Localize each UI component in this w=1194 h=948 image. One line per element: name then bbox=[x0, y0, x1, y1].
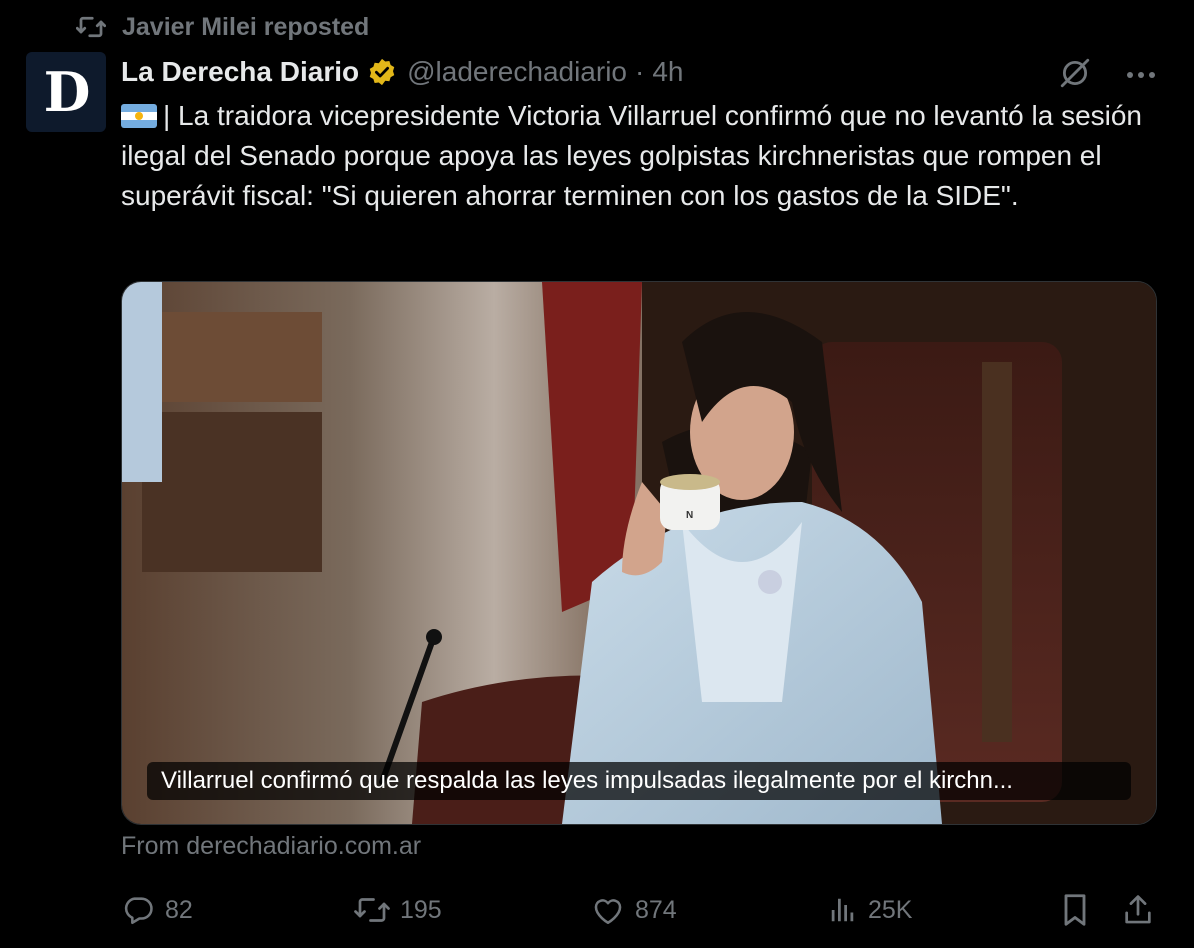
analytics-icon bbox=[828, 895, 858, 925]
cup-letter: N bbox=[686, 510, 693, 521]
repost-count: 195 bbox=[400, 895, 442, 924]
tweet-body: | La traidora vicepresidente Victoria Vi… bbox=[121, 100, 1143, 211]
grok-icon[interactable] bbox=[1058, 56, 1092, 95]
separator-dot: · bbox=[635, 56, 645, 87]
heart-icon bbox=[591, 894, 625, 926]
like-button[interactable]: 874 bbox=[591, 888, 677, 932]
media-caption[interactable]: Villarruel confirmó que respalda las ley… bbox=[147, 762, 1131, 800]
avatar-logo-letter: D bbox=[43, 60, 91, 124]
media-photo: N bbox=[122, 282, 1156, 824]
media-card[interactable]: N Villarruel confirmó que respalda las l… bbox=[121, 281, 1157, 825]
post-time[interactable]: 4h bbox=[652, 56, 683, 88]
like-count: 874 bbox=[635, 895, 677, 924]
repost-text: Javier Milei reposted bbox=[122, 12, 370, 41]
header-actions bbox=[1058, 56, 1156, 95]
repost-indicator[interactable]: Javier Milei reposted bbox=[76, 10, 369, 44]
argentina-flag-icon bbox=[121, 104, 157, 128]
reply-count: 82 bbox=[165, 895, 193, 924]
bookmark-icon[interactable] bbox=[1059, 892, 1091, 933]
avatar[interactable]: D bbox=[26, 52, 106, 132]
verified-badge-icon[interactable] bbox=[367, 57, 397, 87]
tweet-header: La Derecha Diario @laderechadiario · 4h bbox=[121, 52, 683, 92]
action-bar: 82 195 874 25K bbox=[121, 888, 1161, 932]
author-name[interactable]: La Derecha Diario bbox=[121, 56, 359, 88]
repost-action-icon bbox=[354, 895, 390, 925]
views-button[interactable]: 25K bbox=[828, 888, 912, 932]
reply-button[interactable]: 82 bbox=[121, 888, 193, 932]
tweet-text: | La traidora vicepresidente Victoria Vi… bbox=[121, 96, 1161, 216]
views-count: 25K bbox=[868, 895, 913, 924]
share-icon[interactable] bbox=[1121, 892, 1155, 933]
more-options-icon[interactable] bbox=[1126, 67, 1156, 85]
repost-icon bbox=[76, 14, 106, 40]
source-link[interactable]: From derechadiario.com.ar bbox=[121, 832, 421, 861]
repost-button[interactable]: 195 bbox=[354, 888, 442, 932]
author-handle[interactable]: @laderechadiario bbox=[407, 56, 627, 88]
reply-icon bbox=[121, 893, 155, 927]
